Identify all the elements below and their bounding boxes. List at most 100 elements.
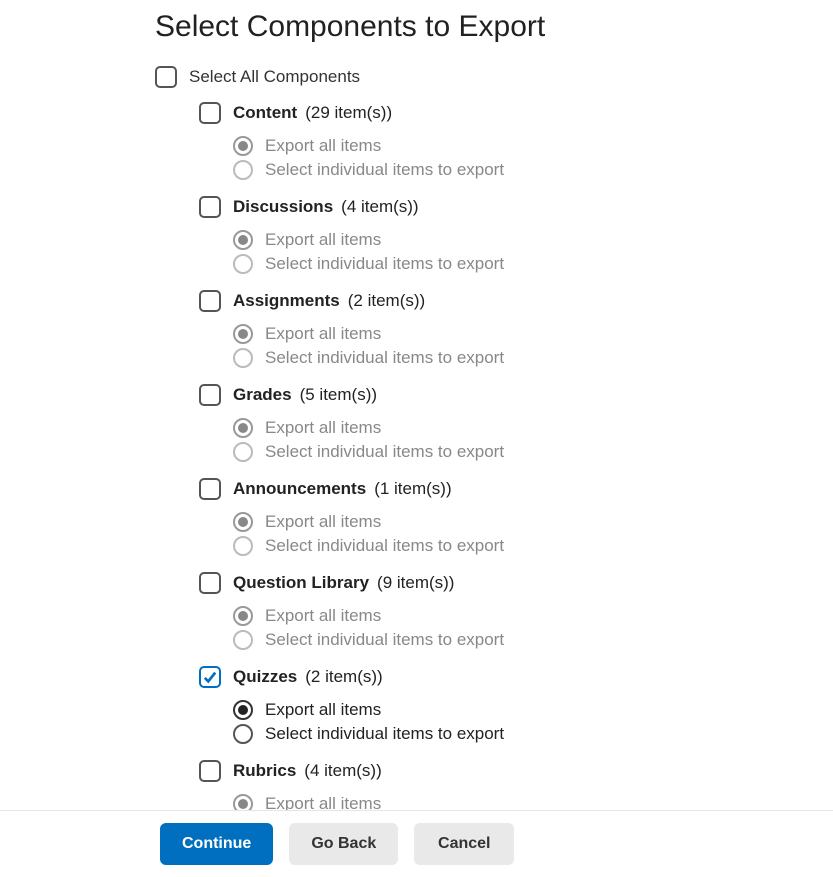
radio-label-individual-question-library: Select individual items to export	[265, 630, 504, 650]
select-all-label: Select All Components	[189, 67, 360, 87]
radio-label-individual-quizzes: Select individual items to export	[265, 724, 504, 744]
component-count-assignments: (2 item(s))	[348, 291, 425, 311]
radio-row-export-all-quizzes: Export all items	[233, 700, 813, 720]
select-all-row: Select All Components	[155, 66, 813, 88]
component-count-announcements: (1 item(s))	[374, 479, 451, 499]
component-assignments: Assignments (2 item(s)) Export all items Se…	[199, 290, 813, 368]
radio-row-export-all-assignments: Export all items	[233, 324, 813, 344]
radio-export-all-assignments[interactable]	[233, 324, 253, 344]
radio-export-all-content[interactable]	[233, 136, 253, 156]
component-question-library: Question Library (9 item(s)) Export all it…	[199, 572, 813, 650]
radio-individual-grades[interactable]	[233, 442, 253, 462]
component-count-discussions: (4 item(s))	[341, 197, 418, 217]
radio-export-all-announcements[interactable]	[233, 512, 253, 532]
radio-row-individual-quizzes: Select individual items to export	[233, 724, 813, 744]
component-name-discussions: Discussions	[233, 197, 333, 217]
checkbox-quizzes[interactable]	[199, 666, 221, 688]
component-name-assignments: Assignments	[233, 291, 340, 311]
page-title: Select Components to Export	[155, 10, 813, 44]
select-all-checkbox[interactable]	[155, 66, 177, 88]
checkbox-question-library[interactable]	[199, 572, 221, 594]
radio-export-all-grades[interactable]	[233, 418, 253, 438]
radio-label-export-all-grades: Export all items	[265, 418, 381, 438]
radio-group-assignments: Export all items Select individual items …	[199, 324, 813, 368]
cancel-button[interactable]: Cancel	[414, 823, 514, 865]
component-header-announcements: Announcements (1 item(s))	[199, 478, 813, 500]
radio-individual-quizzes[interactable]	[233, 724, 253, 744]
checkbox-discussions[interactable]	[199, 196, 221, 218]
radio-group-announcements: Export all items Select individual items …	[199, 512, 813, 556]
component-name-rubrics: Rubrics	[233, 761, 296, 781]
radio-individual-question-library[interactable]	[233, 630, 253, 650]
radio-individual-discussions[interactable]	[233, 254, 253, 274]
radio-group-quizzes: Export all items Select individual items …	[199, 700, 813, 744]
radio-label-export-all-announcements: Export all items	[265, 512, 381, 532]
radio-row-export-all-discussions: Export all items	[233, 230, 813, 250]
component-name-announcements: Announcements	[233, 479, 366, 499]
component-announcements: Announcements (1 item(s)) Export all items…	[199, 478, 813, 556]
component-header-rubrics: Rubrics (4 item(s))	[199, 760, 813, 782]
radio-export-all-question-library[interactable]	[233, 606, 253, 626]
checkbox-grades[interactable]	[199, 384, 221, 406]
radio-individual-content[interactable]	[233, 160, 253, 180]
radio-export-all-discussions[interactable]	[233, 230, 253, 250]
component-quizzes: Quizzes (2 item(s)) Export all items Select…	[199, 666, 813, 744]
checkbox-rubrics[interactable]	[199, 760, 221, 782]
radio-label-individual-discussions: Select individual items to export	[265, 254, 504, 274]
component-count-grades: (5 item(s))	[300, 385, 377, 405]
component-content: Content (29 item(s)) Export all items Selec…	[199, 102, 813, 180]
radio-group-discussions: Export all items Select individual items …	[199, 230, 813, 274]
radio-row-export-all-content: Export all items	[233, 136, 813, 156]
component-grades: Grades(5 item(s)) Export all items Select …	[199, 384, 813, 462]
component-rubrics: Rubrics (4 item(s)) Export all itemsSelect…	[199, 760, 813, 810]
component-name-quizzes: Quizzes	[233, 667, 297, 687]
component-name-content: Content	[233, 103, 297, 123]
radio-row-export-all-question-library: Export all items	[233, 606, 813, 626]
radio-group-question-library: Export all items Select individual items …	[199, 606, 813, 650]
radio-row-individual-assignments: Select individual items to export	[233, 348, 813, 368]
checkbox-announcements[interactable]	[199, 478, 221, 500]
radio-export-all-quizzes[interactable]	[233, 700, 253, 720]
component-header-quizzes: Quizzes (2 item(s))	[199, 666, 813, 688]
component-header-grades: Grades(5 item(s))	[199, 384, 813, 406]
radio-row-individual-content: Select individual items to export	[233, 160, 813, 180]
radio-row-individual-discussions: Select individual items to export	[233, 254, 813, 274]
radio-label-export-all-rubrics: Export all items	[265, 794, 381, 810]
footer-bar: Continue Go Back Cancel	[0, 810, 833, 877]
radio-row-individual-grades: Select individual items to export	[233, 442, 813, 462]
radio-export-all-rubrics[interactable]	[233, 794, 253, 810]
component-header-discussions: Discussions (4 item(s))	[199, 196, 813, 218]
component-name-question-library: Question Library	[233, 573, 369, 593]
continue-button[interactable]: Continue	[160, 823, 273, 865]
component-count-content: (29 item(s))	[305, 103, 392, 123]
radio-row-individual-question-library: Select individual items to export	[233, 630, 813, 650]
go-back-button[interactable]: Go Back	[289, 823, 398, 865]
components-list: Content (29 item(s)) Export all items Selec…	[155, 102, 813, 810]
radio-label-export-all-content: Export all items	[265, 136, 381, 156]
radio-label-individual-content: Select individual items to export	[265, 160, 504, 180]
radio-individual-assignments[interactable]	[233, 348, 253, 368]
radio-label-export-all-discussions: Export all items	[265, 230, 381, 250]
component-count-rubrics: (4 item(s))	[304, 761, 381, 781]
checkbox-assignments[interactable]	[199, 290, 221, 312]
radio-label-export-all-assignments: Export all items	[265, 324, 381, 344]
radio-row-export-all-announcements: Export all items	[233, 512, 813, 532]
radio-group-content: Export all items Select individual items …	[199, 136, 813, 180]
checkbox-content[interactable]	[199, 102, 221, 124]
radio-group-grades: Export all items Select individual items …	[199, 418, 813, 462]
component-count-quizzes: (2 item(s))	[305, 667, 382, 687]
component-header-content: Content (29 item(s))	[199, 102, 813, 124]
radio-label-individual-grades: Select individual items to export	[265, 442, 504, 462]
component-header-assignments: Assignments (2 item(s))	[199, 290, 813, 312]
radio-group-rubrics: Export all itemsSelect individual items …	[199, 794, 813, 810]
component-count-question-library: (9 item(s))	[377, 573, 454, 593]
radio-label-individual-announcements: Select individual items to export	[265, 536, 504, 556]
radio-label-export-all-quizzes: Export all items	[265, 700, 381, 720]
radio-row-export-all-grades: Export all items	[233, 418, 813, 438]
radio-row-individual-announcements: Select individual items to export	[233, 536, 813, 556]
radio-row-export-all-rubrics: Export all items	[233, 794, 813, 810]
radio-label-export-all-question-library: Export all items	[265, 606, 381, 626]
component-header-question-library: Question Library (9 item(s))	[199, 572, 813, 594]
radio-label-individual-assignments: Select individual items to export	[265, 348, 504, 368]
radio-individual-announcements[interactable]	[233, 536, 253, 556]
